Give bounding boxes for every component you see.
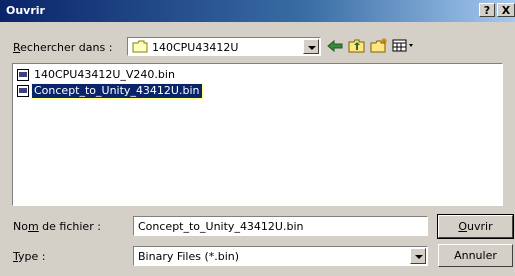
- look-in-combo[interactable]: 140CPU43412U: [127, 37, 321, 56]
- file-icon: [17, 69, 29, 81]
- title-bar[interactable]: Ouvrir ? X: [0, 0, 515, 22]
- help-button[interactable]: ?: [479, 3, 495, 17]
- cancel-button[interactable]: Annuler: [438, 244, 513, 267]
- filename-label: Nom de fichier :: [13, 220, 101, 233]
- back-button[interactable]: [325, 37, 345, 55]
- look-in-label: Rechercher dans :: [13, 41, 113, 54]
- up-folder-button[interactable]: [347, 37, 367, 55]
- close-button[interactable]: X: [497, 3, 515, 17]
- file-item[interactable]: Concept_to_Unity_43412U.bin: [17, 83, 203, 99]
- new-folder-button[interactable]: [369, 37, 389, 55]
- view-menu-icon: [392, 39, 413, 52]
- filetype-combo[interactable]: Binary Files (*.bin): [133, 246, 428, 266]
- look-in-dropdown-button[interactable]: [303, 39, 319, 54]
- back-arrow-icon: [327, 39, 343, 53]
- folder-icon: [132, 40, 148, 53]
- file-name: Concept_to_Unity_43412U.bin: [31, 83, 203, 99]
- file-item[interactable]: 140CPU43412U_V240.bin: [17, 68, 177, 82]
- dialog-title: Ouvrir: [6, 4, 45, 17]
- filetype-dropdown-button[interactable]: [410, 248, 426, 264]
- up-folder-icon: [348, 39, 365, 53]
- filename-input[interactable]: Concept_to_Unity_43412U.bin: [133, 216, 428, 236]
- filetype-value: Binary Files (*.bin): [138, 250, 240, 263]
- view-menu-button[interactable]: [391, 37, 417, 55]
- look-in-folder: 140CPU43412U: [152, 41, 239, 54]
- new-folder-icon: [370, 38, 387, 53]
- open-button[interactable]: Ouvrir: [437, 214, 514, 239]
- file-list[interactable]: 140CPU43412U_V240.bin Concept_to_Unity_4…: [12, 63, 503, 206]
- file-icon: [17, 85, 29, 97]
- file-name: 140CPU43412U_V240.bin: [34, 68, 175, 81]
- filetype-label: Type :: [13, 250, 46, 263]
